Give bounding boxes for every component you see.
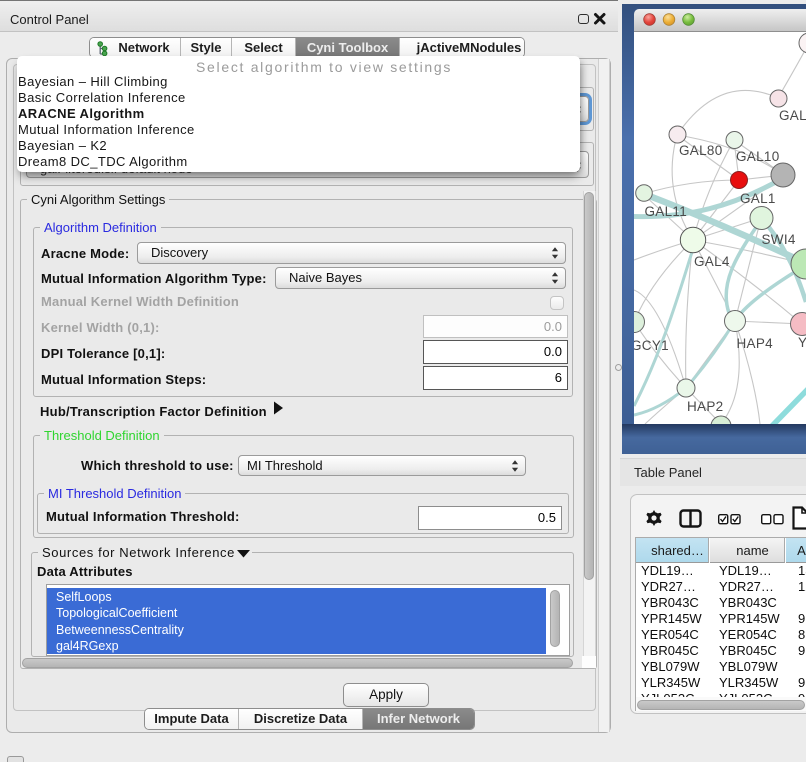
svg-text:GAL1: GAL1	[740, 191, 776, 206]
svg-text:Y: Y	[798, 335, 806, 350]
svg-text:GAL4: GAL4	[694, 254, 730, 269]
svg-text:HAP2: HAP2	[687, 399, 723, 414]
svg-text:GAL80: GAL80	[679, 143, 723, 158]
svg-text:SWI4: SWI4	[762, 232, 796, 247]
svg-text:GAL11: GAL11	[645, 204, 688, 219]
svg-text:GAL7: GAL7	[779, 108, 806, 123]
svg-text:GAL10: GAL10	[736, 149, 780, 164]
svg-text:GCY1: GCY1	[634, 338, 669, 353]
svg-text:HAP4: HAP4	[737, 336, 774, 351]
